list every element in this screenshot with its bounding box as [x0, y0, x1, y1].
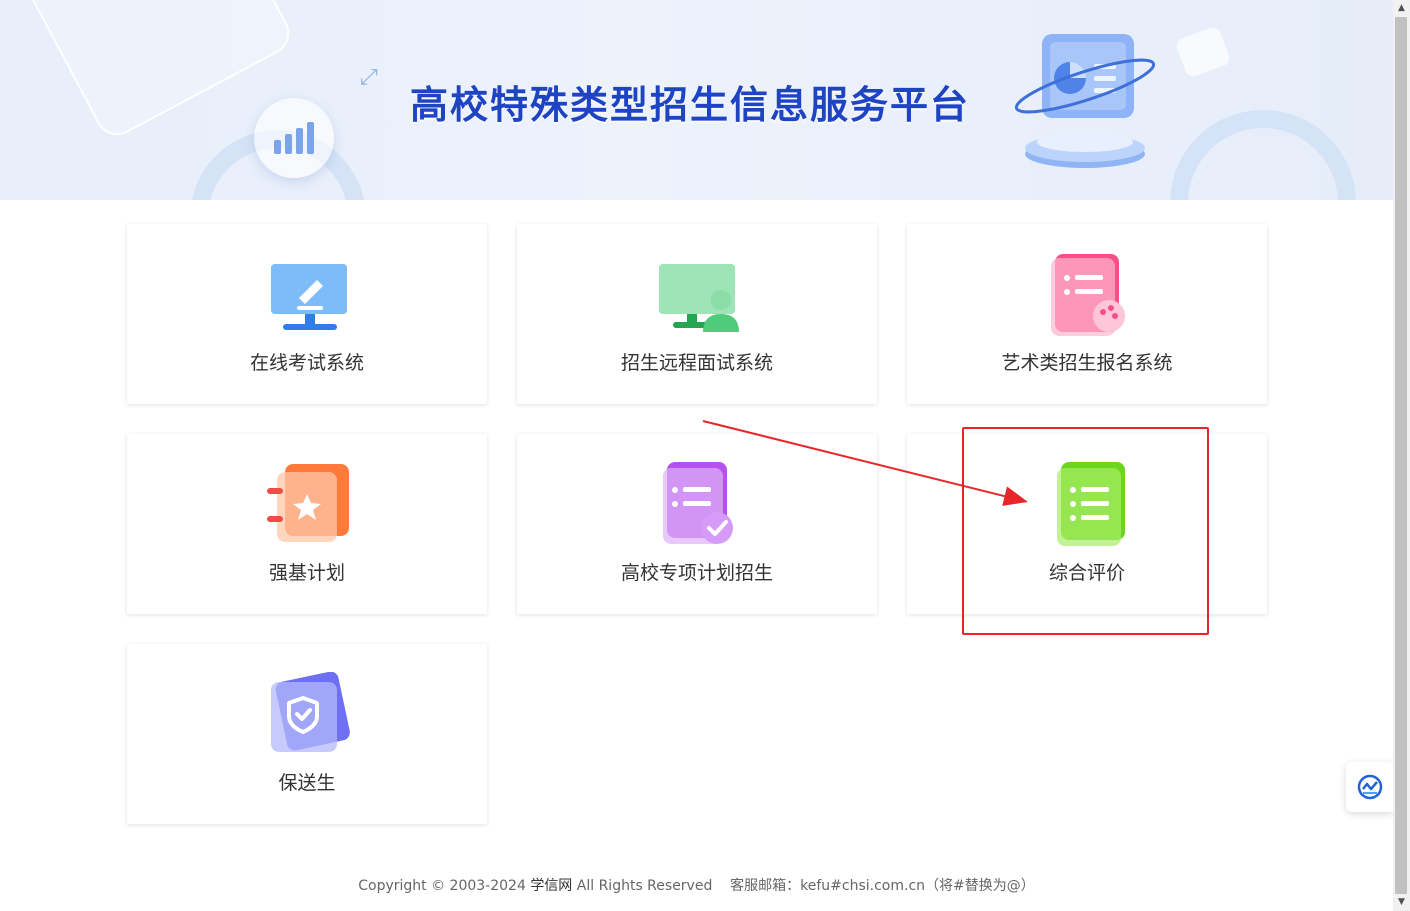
footer: Copyright © 2003-2024 学信网 All Rights Res…: [0, 875, 1393, 895]
floating-service-button[interactable]: [1346, 762, 1394, 812]
rights-text: All Rights Reserved: [576, 878, 713, 894]
vertical-scrollbar[interactable]: ▲ ▼: [1393, 0, 1410, 911]
service-email: 客服邮箱：kefu#chsi.com.cn（将#替换为@）: [730, 878, 1035, 894]
scrollbar-thumb[interactable]: [1395, 17, 1407, 894]
scroll-up-icon[interactable]: ▲: [1393, 0, 1410, 17]
scroll-down-icon[interactable]: ▼: [1393, 894, 1410, 911]
annotation-arrow: [702, 420, 1028, 506]
copyright-text: Copyright © 2003-2024: [358, 878, 526, 894]
chat-logo-icon: [1357, 774, 1383, 800]
site-name-link[interactable]: 学信网: [530, 878, 572, 894]
